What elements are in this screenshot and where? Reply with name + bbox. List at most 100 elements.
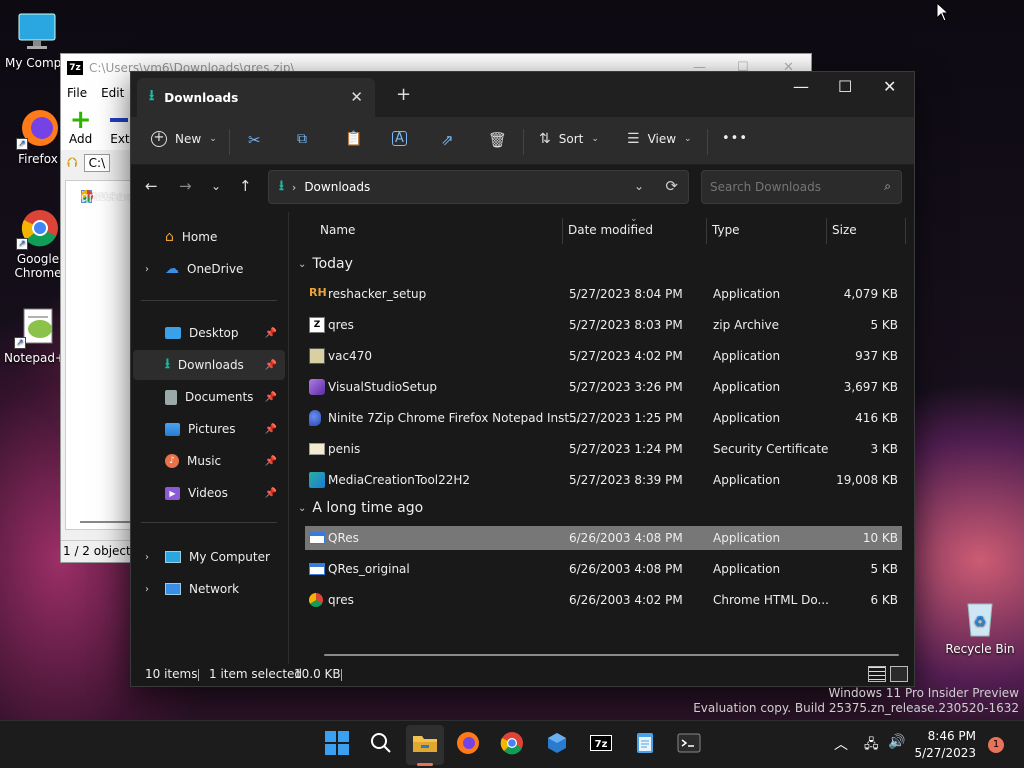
- large-icons-view-icon[interactable]: [890, 666, 908, 682]
- table-row[interactable]: RH reshacker_setup 5/27/2023 8:04 PM App…: [305, 282, 902, 306]
- close-tab-icon[interactable]: ✕: [350, 88, 363, 106]
- rename-button[interactable]: A: [392, 131, 407, 146]
- sidebar-item-music[interactable]: ♪ Music 📌: [133, 446, 285, 476]
- up-arrow-icon[interactable]: ↑: [239, 177, 252, 195]
- close-icon[interactable]: ✕: [883, 77, 896, 96]
- folder-up-icon[interactable]: ⮉: [67, 155, 78, 171]
- recent-chevron-icon[interactable]: ⌄: [211, 179, 221, 193]
- column-header-name[interactable]: Name: [320, 223, 355, 237]
- horizontal-scrollbar[interactable]: [324, 654, 899, 656]
- pin-icon: 📌: [264, 487, 277, 499]
- cut-button[interactable]: ✂: [248, 131, 261, 149]
- file-date: 5/27/2023 4:02 PM: [569, 349, 683, 363]
- minimize-icon[interactable]: —: [793, 77, 809, 96]
- show-hidden-icons-chevron-icon[interactable]: ︿: [834, 734, 848, 754]
- file-type: Application: [713, 380, 781, 394]
- sidebar-item-downloads[interactable]: ⭳ Downloads 📌: [133, 350, 285, 380]
- file-size: 10 KB: [862, 531, 898, 545]
- table-row[interactable]: Ninite 7Zip Chrome Firefox Notepad Inst.…: [305, 406, 902, 430]
- watermark-edition: Windows 11 Pro Insider Preview: [828, 686, 1019, 700]
- forward-arrow-icon[interactable]: →: [179, 177, 192, 195]
- notification-badge[interactable]: 1: [988, 737, 1004, 753]
- menu-file[interactable]: File: [67, 86, 87, 100]
- new-button[interactable]: + New ⌄: [151, 131, 217, 147]
- column-header-date[interactable]: Date modified: [568, 223, 653, 237]
- notepad-taskbar-button[interactable]: [633, 731, 659, 757]
- search-button[interactable]: [369, 731, 395, 757]
- search-icon[interactable]: ⌕: [884, 179, 891, 194]
- horizontal-scrollbar[interactable]: [80, 521, 132, 523]
- delete-button[interactable]: 🗑: [488, 131, 507, 149]
- sidebar-item-my-computer[interactable]: › My Computer: [133, 542, 285, 572]
- sort-button[interactable]: ⇅ Sort ⌄: [539, 131, 599, 147]
- view-button[interactable]: ☰ View ⌄: [627, 131, 692, 147]
- file-list[interactable]: Name ⌄ Date modified Type Size ⌄ Today R…: [290, 212, 914, 664]
- sidebar-item-home[interactable]: ⌂ Home: [133, 222, 285, 252]
- collapse-chevron-icon[interactable]: ⌄: [298, 503, 306, 514]
- column-divider[interactable]: [905, 218, 906, 244]
- firefox-taskbar-button[interactable]: [456, 731, 482, 757]
- new-tab-icon[interactable]: +: [396, 84, 411, 105]
- sidebar-item-documents[interactable]: Documents 📌: [133, 382, 285, 412]
- search-input[interactable]: [702, 171, 862, 203]
- copy-button[interactable]: ⧉: [297, 131, 307, 147]
- table-row[interactable]: MediaCreationTool22H2 5/27/2023 8:39 PM …: [305, 468, 902, 492]
- sort-arrows-icon: ⇅: [539, 131, 551, 147]
- desktop-icon-recycle-bin[interactable]: ♻ Recycle Bin: [944, 596, 1016, 656]
- share-button[interactable]: ⇗: [441, 131, 454, 149]
- clock[interactable]: 8:46 PM 5/27/2023: [914, 728, 976, 762]
- desktop-icon-notepadpp[interactable]: ↗ Notepad++: [4, 305, 76, 365]
- 7zip-file-list[interactable]: Name QRes.exe qres.htm: [65, 180, 137, 530]
- sidebar-item-onedrive[interactable]: › ☁ OneDrive: [133, 254, 285, 284]
- volume-icon[interactable]: 🔊: [888, 734, 905, 750]
- group-header-today[interactable]: ⌄ Today: [298, 256, 353, 272]
- file-explorer-window[interactable]: ⭳ Downloads ✕ + — ☐ ✕ + New ⌄ ✂ ⧉ 📋 A ⇗ …: [130, 71, 915, 687]
- expand-chevron-icon[interactable]: ›: [145, 584, 149, 595]
- breadcrumb[interactable]: Downloads: [304, 180, 370, 194]
- blue-cube-icon: [548, 733, 566, 753]
- group-header-long-ago[interactable]: ⌄ A long time ago: [298, 500, 423, 516]
- expand-chevron-icon[interactable]: ›: [145, 552, 149, 563]
- add-button[interactable]: + Add: [69, 107, 92, 146]
- network-icon[interactable]: 🖧: [864, 735, 879, 757]
- sidebar-item-network[interactable]: › Network: [133, 574, 285, 604]
- tab-downloads[interactable]: ⭳ Downloads ✕: [137, 78, 375, 117]
- sidebar-item-videos[interactable]: ▶ Videos 📌: [133, 478, 285, 508]
- app-taskbar-button[interactable]: [545, 731, 571, 757]
- terminal-taskbar-button[interactable]: [677, 731, 703, 757]
- table-row[interactable]: vac470 5/27/2023 4:02 PM Application 937…: [305, 344, 902, 368]
- address-bar[interactable]: ⭳ › Downloads ⌄ ⟳: [268, 170, 689, 204]
- more-options-button[interactable]: •••: [722, 131, 748, 146]
- table-row[interactable]: VisualStudioSetup 5/27/2023 3:26 PM Appl…: [305, 375, 902, 399]
- search-box[interactable]: ⌕: [701, 170, 902, 204]
- column-header-type[interactable]: Type: [712, 223, 740, 237]
- maximize-icon[interactable]: ☐: [838, 77, 852, 96]
- navigation-pane[interactable]: ⌂ Home › ☁ OneDrive Desktop 📌 ⭳ Download…: [131, 212, 289, 664]
- 7zip-taskbar-button[interactable]: 7z: [589, 731, 615, 757]
- sidebar-item-pictures[interactable]: Pictures 📌: [133, 414, 285, 444]
- desktop-icon-label: Notepad++: [4, 351, 76, 365]
- expand-chevron-icon[interactable]: ›: [145, 264, 149, 275]
- start-button[interactable]: [325, 731, 351, 757]
- file-explorer-taskbar-button[interactable]: [412, 731, 438, 757]
- paste-button[interactable]: 📋: [345, 131, 362, 147]
- refresh-icon[interactable]: ⟳: [665, 177, 678, 195]
- back-arrow-icon[interactable]: ←: [145, 177, 158, 195]
- table-row-selected[interactable]: QRes 6/26/2003 4:08 PM Application 10 KB: [305, 526, 902, 550]
- sidebar-item-desktop[interactable]: Desktop 📌: [133, 318, 285, 348]
- column-header-size[interactable]: Size: [832, 223, 857, 237]
- menu-edit[interactable]: Edit: [101, 86, 124, 100]
- file-date: 5/27/2023 8:03 PM: [569, 318, 683, 332]
- table-row[interactable]: Z qres 5/27/2023 8:03 PM zip Archive 5 K…: [305, 313, 902, 337]
- column-divider[interactable]: [706, 218, 707, 244]
- table-row[interactable]: qres 6/26/2003 4:02 PM Chrome HTML Do...…: [305, 588, 902, 612]
- file-type: Application: [713, 531, 781, 545]
- chrome-taskbar-button[interactable]: [500, 731, 526, 757]
- address-history-chevron-icon[interactable]: ⌄: [634, 179, 644, 193]
- collapse-chevron-icon[interactable]: ⌄: [298, 259, 306, 270]
- table-row[interactable]: penis 5/27/2023 1:24 PM Security Certifi…: [305, 437, 902, 461]
- table-row[interactable]: QRes_original 6/26/2003 4:08 PM Applicat…: [305, 557, 902, 581]
- details-view-icon[interactable]: [868, 666, 886, 682]
- column-divider[interactable]: [826, 218, 827, 244]
- column-divider[interactable]: [562, 218, 563, 244]
